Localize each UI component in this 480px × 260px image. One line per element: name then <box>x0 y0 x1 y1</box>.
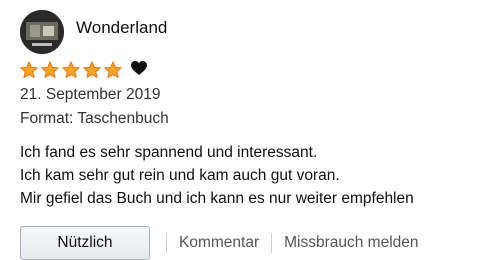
star-icon <box>83 61 101 78</box>
reviewer-name[interactable]: Wonderland <box>76 18 167 38</box>
review-format: Format: Taschenbuch <box>20 110 169 127</box>
separator <box>166 233 167 253</box>
star-icon <box>104 61 122 78</box>
avatar-image <box>20 10 64 54</box>
comment-link[interactable]: Kommentar <box>179 234 259 252</box>
report-abuse-link[interactable]: Missbrauch melden <box>284 234 418 252</box>
avatar[interactable] <box>20 10 64 54</box>
star-icon <box>41 61 59 78</box>
review-date: 21. September 2019 <box>20 86 161 103</box>
star-icon <box>20 61 38 78</box>
reviewer-profile[interactable]: Wonderland <box>20 10 167 54</box>
separator <box>271 233 273 253</box>
review-actions: Nützlich Kommentar Missbrauch melden <box>20 226 419 260</box>
review-text-line: Ich kam sehr gut rein und kam auch gut v… <box>20 167 340 184</box>
review-text-line: Mir gefiel das Buch und ich kann es nur … <box>20 190 414 207</box>
review-text-line: Ich fand es sehr spannend und interessan… <box>20 144 318 161</box>
customer-review: Wonderland 21. September 2019 Format: Ta… <box>0 0 480 260</box>
review-text: Ich fand es sehr spannend und interessan… <box>20 141 414 210</box>
helpful-button[interactable]: Nützlich <box>20 226 150 260</box>
star-rating[interactable] <box>20 61 125 79</box>
heart-icon <box>131 60 147 75</box>
rating-row <box>20 60 147 80</box>
star-icon <box>62 61 80 78</box>
